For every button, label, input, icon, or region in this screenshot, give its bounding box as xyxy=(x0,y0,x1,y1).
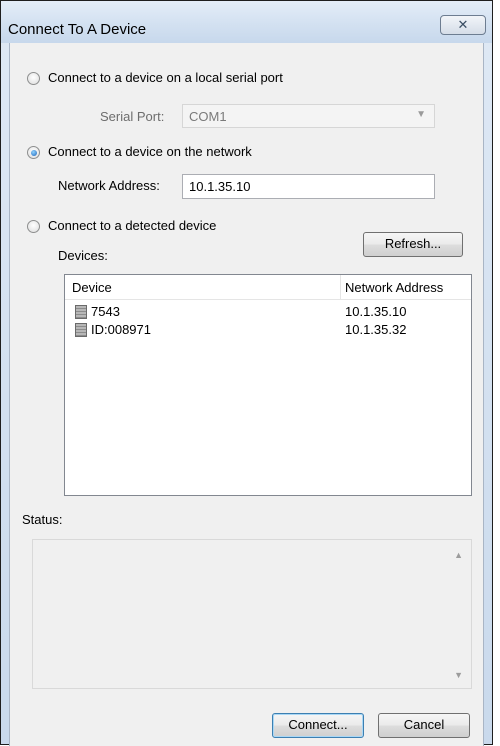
scroll-up-icon[interactable]: ▲ xyxy=(454,550,463,560)
status-label: Status: xyxy=(22,512,63,527)
detected-device-radio-label[interactable]: Connect to a detected device xyxy=(48,218,216,233)
column-header-device[interactable]: Device xyxy=(72,280,112,295)
devices-list-header: Device Network Address xyxy=(65,275,471,300)
cancel-button[interactable]: Cancel xyxy=(378,713,470,738)
status-textarea[interactable]: ▲ ▼ xyxy=(32,539,472,689)
device-name: ID:008971 xyxy=(91,322,151,337)
dialog-body: Connect to a device on a local serial po… xyxy=(9,43,484,746)
detected-device-radio[interactable] xyxy=(27,220,40,233)
title-bar[interactable]: Connect To A Device ✕ xyxy=(1,1,492,43)
device-icon xyxy=(75,305,87,319)
device-name: 7543 xyxy=(91,304,120,319)
close-icon: ✕ xyxy=(457,17,469,32)
serial-port-radio-label[interactable]: Connect to a device on a local serial po… xyxy=(48,70,283,85)
network-address-label: Network Address: xyxy=(58,178,160,193)
dialog-title: Connect To A Device xyxy=(8,21,147,38)
close-button[interactable]: ✕ xyxy=(440,15,486,35)
devices-list[interactable]: Device Network Address 7543 10.1.35.10 I… xyxy=(64,274,472,496)
network-address-input[interactable]: 10.1.35.10 xyxy=(182,174,435,199)
network-address-value: 10.1.35.10 xyxy=(189,179,251,194)
chevron-down-icon: ▼ xyxy=(416,109,426,120)
serial-port-select[interactable]: COM1 ▼ xyxy=(182,104,435,128)
serial-port-label: Serial Port: xyxy=(100,109,165,124)
devices-label: Devices: xyxy=(58,248,108,263)
device-address: 10.1.35.32 xyxy=(345,322,407,337)
column-header-network-address[interactable]: Network Address xyxy=(345,280,443,295)
list-item[interactable]: 7543 10.1.35.10 xyxy=(65,304,471,322)
network-radio-label[interactable]: Connect to a device on the network xyxy=(48,144,252,159)
refresh-button[interactable]: Refresh... xyxy=(363,232,463,257)
column-divider[interactable] xyxy=(340,275,341,299)
list-item[interactable]: ID:008971 10.1.35.32 xyxy=(65,322,471,340)
connect-button[interactable]: Connect... xyxy=(272,713,364,738)
network-radio[interactable] xyxy=(27,146,40,159)
scroll-down-icon[interactable]: ▼ xyxy=(454,670,463,680)
connect-dialog: Connect To A Device ✕ Connect to a devic… xyxy=(0,0,493,746)
device-address: 10.1.35.10 xyxy=(345,304,407,319)
serial-port-value: COM1 xyxy=(189,109,227,124)
serial-port-radio[interactable] xyxy=(27,72,40,85)
device-icon xyxy=(75,323,87,337)
